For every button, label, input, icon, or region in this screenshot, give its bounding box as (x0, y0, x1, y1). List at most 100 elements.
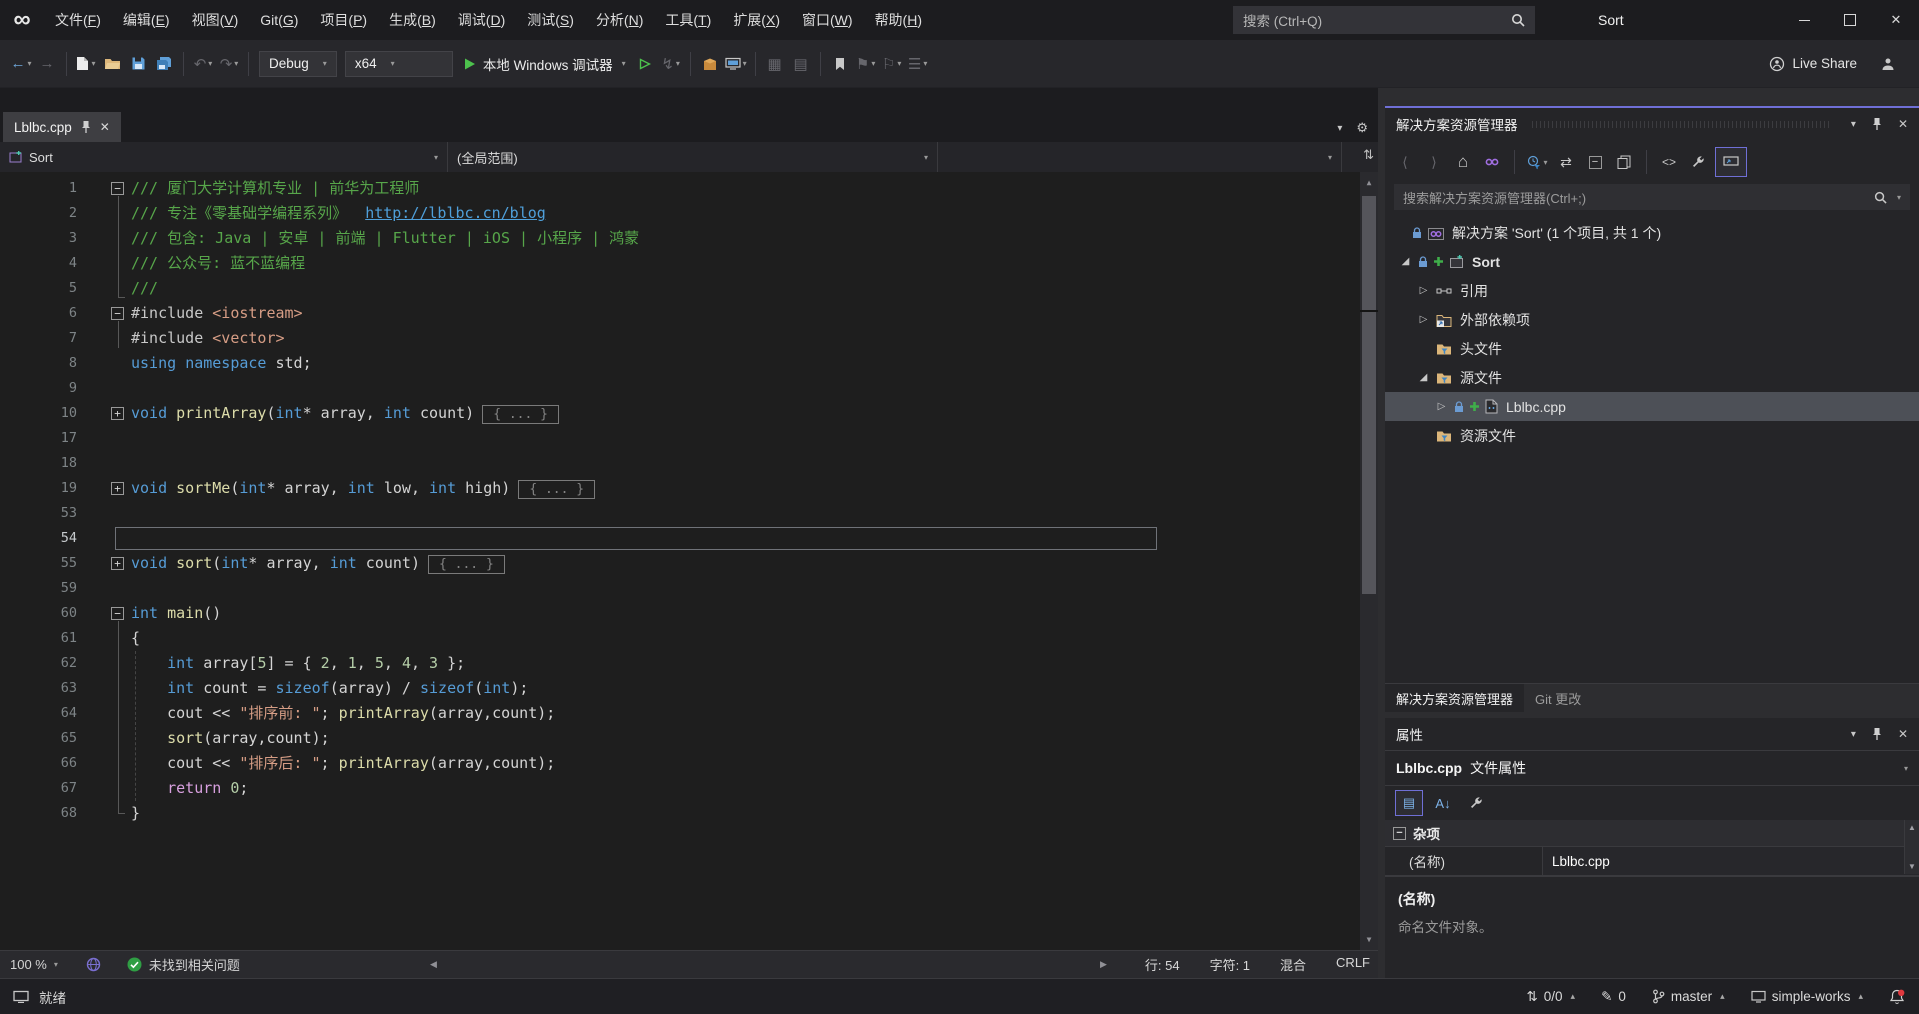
code-text[interactable]: /// 厦门大学计算机专业 | 前华为工程师 (131, 176, 419, 201)
char-indicator[interactable]: 字符: 1 (1210, 955, 1250, 974)
output-monitor-icon[interactable] (13, 990, 29, 1003)
live-share-button[interactable]: Live Share (1769, 56, 1857, 72)
window-position-dropdown-icon[interactable]: ▾ (1851, 729, 1856, 740)
show-all-files-icon[interactable] (1612, 149, 1636, 175)
code-text[interactable]: /// (131, 276, 158, 301)
code-text[interactable]: /// 专注《零基础学编程系列》 http://lblbc.cn/blog (131, 201, 546, 226)
scroll-right-icon[interactable]: ▶ (1100, 959, 1107, 970)
tree-item-4[interactable]: 头文件 (1385, 334, 1919, 363)
new-file-icon[interactable]: ▾ (74, 51, 98, 77)
menu-item-8[interactable]: 分析(N) (585, 0, 654, 40)
switch-views-icon[interactable] (1480, 149, 1504, 175)
collapse-group-icon[interactable]: − (1393, 826, 1406, 840)
code-text[interactable]: } (131, 801, 140, 826)
tree-item-1[interactable]: ◢ Sort (1385, 247, 1919, 276)
menu-item-5[interactable]: 生成(B) (378, 0, 447, 40)
minimize-button[interactable] (1781, 0, 1827, 40)
sync-with-active-document-icon[interactable]: ⇄ (1554, 149, 1578, 175)
code-text[interactable]: int count = sizeof(array) / sizeof(int); (131, 676, 528, 701)
code-editor[interactable]: 1−/// 厦门大学计算机专业 | 前华为工程师 2/// 专注《零基础学编程系列… (0, 172, 1378, 950)
close-icon[interactable]: ✕ (1898, 117, 1908, 131)
property-pages-wrench-icon[interactable] (1463, 791, 1489, 815)
code-text[interactable]: /// 包含: Java | 安卓 | 前端 | Flutter | iOS |… (131, 226, 639, 251)
code-text[interactable]: /// 公众号: 蓝不蓝编程 (131, 251, 305, 276)
menu-item-10[interactable]: 扩展(X) (722, 0, 791, 40)
properties-object-dropdown[interactable]: Lblbc.cpp 文件属性 ▾ (1385, 750, 1919, 786)
active-files-dropdown-icon[interactable]: ▾ (1337, 123, 1342, 134)
scope-dropdown[interactable]: (全局范围) ▾ (448, 142, 938, 172)
vertical-scrollbar[interactable]: ▲ ▼ (1360, 172, 1378, 950)
collapse-all-icon[interactable]: − (1583, 149, 1607, 175)
scrollbar-thumb[interactable] (1362, 196, 1376, 594)
maximize-button[interactable] (1827, 0, 1873, 40)
property-row-name[interactable]: (名称) Lblbc.cpp▾ (1385, 847, 1919, 876)
menu-item-2[interactable]: 视图(V) (181, 0, 250, 40)
git-sync-button[interactable]: ⇅ 0/0 ▴ (1526, 989, 1575, 1005)
flag-outline-icon[interactable]: ⚐ ▾ (880, 51, 904, 77)
grid-scrollbar[interactable]: ▲ ▼ (1904, 820, 1919, 874)
collapse-region-icon[interactable]: − (111, 307, 124, 320)
menu-item-11[interactable]: 窗口(W) (791, 0, 864, 40)
code-text[interactable]: sort(array,count); (131, 726, 330, 751)
property-group-misc[interactable]: − 杂项 (1385, 820, 1919, 847)
expand-node-icon[interactable]: ▷ (1417, 285, 1430, 296)
flag-icon[interactable]: ⚑ ▾ (854, 51, 878, 77)
pin-icon[interactable] (1872, 727, 1882, 741)
tab-solution-explorer[interactable]: 解决方案资源管理器 (1385, 684, 1525, 712)
code-text[interactable]: return 0; (131, 776, 248, 801)
preview-selected-items-icon[interactable] (1715, 147, 1747, 177)
scroll-left-icon[interactable]: ◀ (430, 959, 437, 970)
eol-indicator[interactable]: CRLF (1336, 955, 1370, 974)
tree-item-7[interactable]: 资源文件 (1385, 421, 1919, 450)
close-button[interactable]: ✕ (1873, 0, 1919, 40)
encoding-indicator[interactable]: 混合 (1280, 955, 1306, 974)
scroll-down-icon[interactable]: ▼ (1905, 862, 1919, 871)
expand-node-icon[interactable]: ▷ (1435, 401, 1448, 412)
diagnostics-icon[interactable]: ▦ (763, 51, 787, 77)
pin-icon[interactable] (1872, 117, 1882, 131)
code-text[interactable]: cout << "排序前: "; printArray(array,count)… (131, 701, 555, 726)
alphabetical-view-icon[interactable]: A↓ (1430, 791, 1456, 815)
pending-edits-button[interactable]: ✎ 0 (1601, 989, 1626, 1005)
collapse-node-icon[interactable]: ◢ (1417, 372, 1430, 383)
tree-item-2[interactable]: ▷ 引用 (1385, 276, 1919, 305)
properties-wrench-icon[interactable] (1686, 149, 1710, 175)
menu-item-4[interactable]: 项目(P) (309, 0, 378, 40)
menu-item-9[interactable]: 工具(T) (654, 0, 722, 40)
menu-item-12[interactable]: 帮助(H) (864, 0, 933, 40)
code-text[interactable]: cout << "排序后: "; printArray(array,count)… (131, 751, 555, 776)
home-icon[interactable]: ⌂ (1451, 149, 1475, 175)
search-icon[interactable] (1511, 13, 1525, 27)
bookmark-icon[interactable] (828, 51, 852, 77)
tab-lblbc-cpp[interactable]: Lblbc.cpp ✕ (3, 112, 121, 142)
code-text[interactable]: using namespace std; (131, 351, 312, 376)
start-without-debugging-icon[interactable] (633, 51, 657, 77)
collapse-node-icon[interactable]: ◢ (1399, 256, 1412, 267)
tree-item-3[interactable]: ▷ 外部依赖项 (1385, 305, 1919, 334)
navigate-back-icon[interactable]: ← ▾ (9, 51, 33, 77)
start-debugging-button[interactable]: 本地 Windows 调试器 ▾ (463, 54, 626, 74)
code-text[interactable]: void sortMe(int* array, int low, int hig… (131, 476, 596, 501)
code-text[interactable]: int array[5] = { 2, 1, 5, 4, 3 }; (131, 651, 465, 676)
undo-icon[interactable]: ↶ ▾ (191, 51, 215, 77)
categorized-view-icon[interactable]: ▤ (1395, 790, 1423, 816)
save-all-icon[interactable] (152, 51, 176, 77)
scroll-up-icon[interactable]: ▲ (1905, 823, 1919, 832)
save-icon[interactable] (126, 51, 150, 77)
global-search-input[interactable]: 搜索 (Ctrl+Q) (1233, 6, 1535, 34)
redo-icon[interactable]: ↷ ▾ (217, 51, 241, 77)
tree-item-0[interactable]: 解决方案 'Sort' (1 个项目, 共 1 个) (1385, 218, 1919, 247)
collapse-region-icon[interactable]: − (111, 182, 124, 195)
intellisense-globe-icon[interactable] (86, 957, 101, 972)
git-branch-button[interactable]: master ▴ (1652, 989, 1725, 1004)
project-scope-dropdown[interactable]: Sort ▾ (0, 142, 448, 172)
navigate-forward-icon[interactable]: → (35, 51, 59, 77)
repository-button[interactable]: simple-works ▴ (1751, 989, 1863, 1004)
view-code-icon[interactable]: <> (1657, 149, 1681, 175)
memory-layout-icon[interactable]: ▤ (789, 51, 813, 77)
expand-region-icon[interactable]: + (111, 482, 124, 495)
line-indicator[interactable]: 行: 54 (1145, 955, 1180, 974)
menu-item-0[interactable]: 文件(F) (44, 0, 112, 40)
code-text[interactable]: void printArray(int* array, int count){ … (131, 401, 559, 426)
package-icon[interactable] (698, 51, 722, 77)
